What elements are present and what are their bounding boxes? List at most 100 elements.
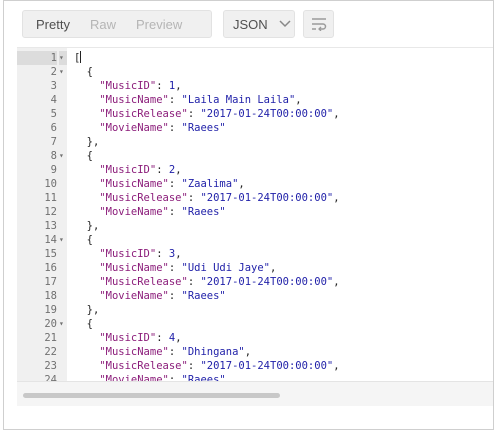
line-number: 9 xyxy=(50,164,57,176)
code-line: 13 }, xyxy=(17,219,493,233)
json-key: "MusicRelease" xyxy=(99,360,188,372)
tab-preview[interactable]: Preview xyxy=(126,17,192,32)
code-text: "MovieName": "Raees" xyxy=(99,206,226,218)
json-value: 2 xyxy=(168,164,176,176)
json-value: "Raees" xyxy=(181,290,226,302)
code-line: 22 "MusicName": "Dhingana", xyxy=(17,345,493,359)
json-key: "MusicRelease" xyxy=(99,108,188,120)
json-value: "Zaalima" xyxy=(181,178,239,190)
line-number: 3 xyxy=(50,80,57,92)
code-line: 5 "MusicRelease": "2017-01-24T00:00:00", xyxy=(17,107,493,121)
code-text: "MusicID": 2, xyxy=(99,164,182,176)
json-value: 3 xyxy=(168,248,176,260)
wrap-lines-button[interactable] xyxy=(303,10,334,38)
code-line: 7 }, xyxy=(17,135,493,149)
code-text: "MusicRelease": "2017-01-24T00:00:00", xyxy=(99,360,340,372)
fold-toggle-icon[interactable]: ▾ xyxy=(59,233,67,247)
wrap-lines-icon xyxy=(311,18,326,31)
json-value: "Raees" xyxy=(181,122,226,134)
code-text: "MusicID": 3, xyxy=(99,248,182,260)
fold-toggle-icon[interactable]: ▾ xyxy=(59,65,67,79)
code-line: 3 "MusicID": 1, xyxy=(17,79,493,93)
code-line: 6 "MovieName": "Raees" xyxy=(17,121,493,135)
code-line: 9 "MusicID": 2, xyxy=(17,163,493,177)
format-select[interactable]: JSON xyxy=(223,10,295,38)
fold-toggle-icon[interactable]: ▾ xyxy=(59,317,67,331)
json-value: 1 xyxy=(168,80,176,92)
line-number: 16 xyxy=(44,262,57,274)
line-number: 14 xyxy=(44,234,57,246)
code-text: "MusicName": "Dhingana", xyxy=(99,346,252,358)
code-line: 12 "MovieName": "Raees" xyxy=(17,205,493,219)
json-key: "MusicID" xyxy=(99,80,157,92)
code-text: "MovieName": "Raees" xyxy=(99,122,226,134)
json-value: "Dhingana" xyxy=(181,346,245,358)
line-number: 6 xyxy=(50,122,57,134)
code-line: 19 }, xyxy=(17,303,493,317)
code-line: 21 "MusicID": 4, xyxy=(17,331,493,345)
tab-raw[interactable]: Raw xyxy=(80,17,126,32)
code-text: { xyxy=(74,66,93,78)
code-text: { xyxy=(74,234,93,246)
line-number: 18 xyxy=(44,290,57,302)
code-text: }, xyxy=(74,136,100,148)
json-key: "MusicRelease" xyxy=(99,276,188,288)
view-mode-tabs: Pretty Raw Preview xyxy=(22,10,212,38)
code-line: 17 "MusicRelease": "2017-01-24T00:00:00"… xyxy=(17,275,493,289)
code-line: 20 ▾ { xyxy=(17,317,493,331)
text-cursor xyxy=(80,51,82,63)
line-number: 23 xyxy=(44,360,57,372)
fold-toggle-icon[interactable]: ▾ xyxy=(59,149,67,163)
fold-toggle-icon[interactable]: ▾ xyxy=(59,51,67,65)
code-text: "MusicRelease": "2017-01-24T00:00:00", xyxy=(99,276,340,288)
line-number: 5 xyxy=(50,108,57,120)
code-text: "MusicName": "Zaalima", xyxy=(99,178,245,190)
code-line: 8 ▾ { xyxy=(17,149,493,163)
json-value: "2017-01-24T00:00:00" xyxy=(200,276,334,288)
code-text: { xyxy=(74,318,93,330)
code-text: "MusicRelease": "2017-01-24T00:00:00", xyxy=(99,108,340,120)
code-line: 23 "MusicRelease": "2017-01-24T00:00:00"… xyxy=(17,359,493,373)
line-number: 10 xyxy=(44,178,57,190)
line-number: 19 xyxy=(44,304,57,316)
tab-pretty[interactable]: Pretty xyxy=(23,17,80,32)
line-number: 11 xyxy=(44,192,57,204)
code-line: 14 ▾ { xyxy=(17,233,493,247)
line-number: 20 xyxy=(44,318,57,330)
json-key: "MusicID" xyxy=(99,248,157,260)
code-text: }, xyxy=(74,304,100,316)
json-key: "MusicID" xyxy=(99,164,157,176)
code-line: 18 "MovieName": "Raees" xyxy=(17,289,493,303)
horizontal-scrollbar[interactable] xyxy=(17,381,493,406)
code-text: "MusicID": 1, xyxy=(99,80,182,92)
json-key: "MovieName" xyxy=(99,206,169,218)
line-number: 17 xyxy=(44,276,57,288)
json-key: "MusicName" xyxy=(99,346,169,358)
code-line: 11 "MusicRelease": "2017-01-24T00:00:00"… xyxy=(17,191,493,205)
response-viewer: Pretty Raw Preview JSON 1 ▾[ 2 ▾ {3 "MusicI… xyxy=(3,0,494,430)
line-number: 1 xyxy=(17,51,57,65)
line-number: 21 xyxy=(44,332,57,344)
code-text: "MusicID": 4, xyxy=(99,332,182,344)
json-value: 4 xyxy=(168,332,176,344)
code-text: { xyxy=(74,150,93,162)
code-text: "MusicRelease": "2017-01-24T00:00:00", xyxy=(99,192,340,204)
json-editor[interactable]: 1 ▾[ 2 ▾ {3 "MusicID": 1, 4 "MusicName": "La… xyxy=(17,47,493,406)
json-key: "MusicName" xyxy=(99,94,169,106)
json-key: "MusicID" xyxy=(99,332,157,344)
json-value: "2017-01-24T00:00:00" xyxy=(200,192,334,204)
line-number: 13 xyxy=(44,220,57,232)
line-number: 8 xyxy=(50,150,57,162)
json-key: "MovieName" xyxy=(99,122,169,134)
code-line: 16 "MusicName": "Udi Udi Jaye", xyxy=(17,261,493,275)
line-number: 7 xyxy=(50,136,57,148)
code-text: "MusicName": "Udi Udi Jaye", xyxy=(99,262,277,274)
json-key: "MusicRelease" xyxy=(99,192,188,204)
code-line: 1 ▾ [ xyxy=(17,51,493,65)
json-key: "MusicName" xyxy=(99,262,169,274)
code-line: 15 "MusicID": 3, xyxy=(17,247,493,261)
json-value: "Laila Main Laila" xyxy=(181,94,296,106)
line-number: 4 xyxy=(50,94,57,106)
scrollbar-thumb[interactable] xyxy=(23,393,280,398)
code-line: 4 "MusicName": "Laila Main Laila", xyxy=(17,93,493,107)
